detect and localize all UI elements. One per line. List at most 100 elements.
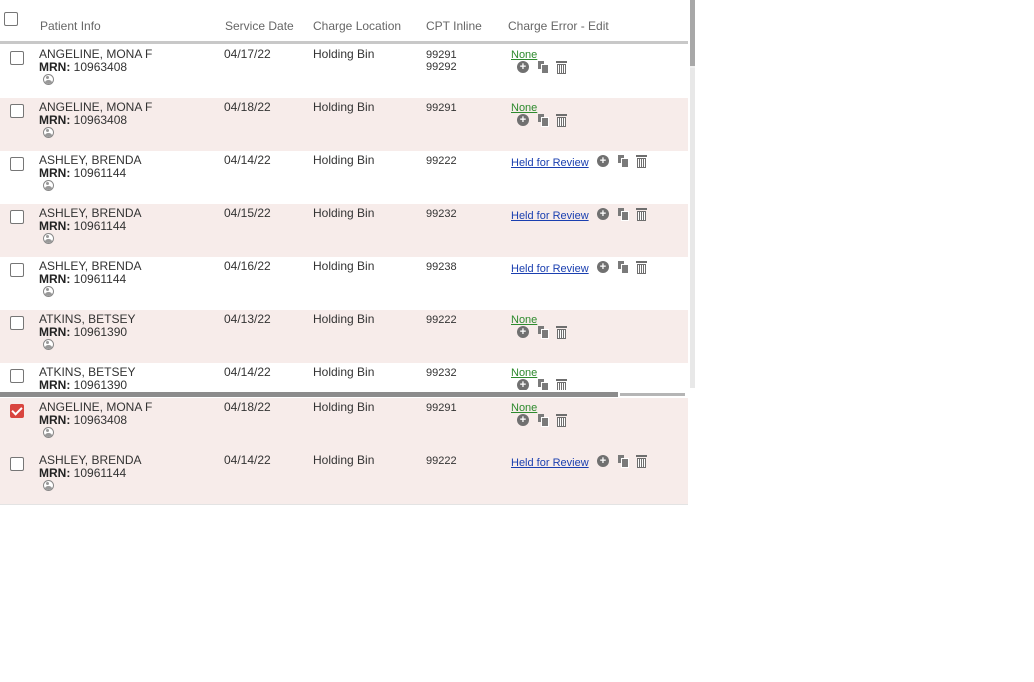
table-row[interactable]: ATKINS, BETSEY MRN: 10961390 04/13/22 Holdi… [0,310,688,364]
charge-error-link[interactable]: None [511,367,537,379]
cpt-code: 99222 [426,314,457,326]
column-header-cpt-inline[interactable]: CPT Inline [426,19,482,33]
row-select-checkbox[interactable] [10,316,24,330]
service-date: 04/14/22 [224,365,271,379]
table-row[interactable]: ASHLEY, BRENDA MRN: 10961144 04/15/22 Holdi… [0,204,688,258]
column-header-charge-error[interactable]: Charge Error - Edit [508,19,609,33]
add-circle-icon[interactable]: + [597,261,609,273]
trash-icon[interactable] [556,414,567,427]
add-circle-icon[interactable]: + [517,414,529,426]
row-select-checkbox[interactable] [10,157,24,171]
user-avatar-icon[interactable] [43,180,54,191]
service-date: 04/18/22 [224,100,271,114]
mrn-value: 10963408 [73,413,128,427]
trash-icon[interactable] [636,155,647,168]
table-row[interactable]: ASHLEY, BRENDA MRN: 10961144 04/16/22 Holdi… [0,257,688,311]
user-avatar-icon[interactable] [43,74,54,85]
table-row[interactable]: ANGELINE, MONA F MRN: 10963408 04/18/22 Hol… [0,398,688,452]
mrn-label: MRN: [39,166,71,180]
add-circle-icon[interactable]: + [517,114,529,126]
table-row[interactable]: ASHLEY, BRENDA MRN: 10961144 04/14/22 Holdi… [0,151,688,205]
grid-body[interactable]: ANGELINE, MONA F MRN: 10963408 04/17/22 Hol… [0,44,688,390]
charge-error-link[interactable]: None [511,102,537,114]
charge-error-link[interactable]: Held for Review [511,457,589,469]
patient-name: ASHLEY, BRENDA [39,259,142,273]
user-avatar-icon[interactable] [43,127,54,138]
column-header-patient-info[interactable]: Patient Info [40,19,101,33]
cpt-code: 99232 [426,367,457,379]
user-avatar-icon[interactable] [43,286,54,297]
horizontal-scrollbar-track[interactable] [620,393,685,396]
add-circle-icon[interactable]: + [597,455,609,467]
patient-mrn: MRN: 10961144 [39,466,126,480]
copy-icon[interactable] [538,379,549,390]
copy-icon[interactable] [618,208,629,221]
charge-error-link[interactable]: None [511,314,537,326]
copy-icon[interactable] [538,326,549,339]
patient-name: ASHLEY, BRENDA [39,206,142,220]
trash-icon[interactable] [636,208,647,221]
patient-name: ANGELINE, MONA F [39,47,153,61]
trash-icon[interactable] [556,379,567,390]
patient-mrn: MRN: 10963408 [39,413,127,427]
trash-icon[interactable] [636,455,647,468]
add-circle-icon[interactable]: + [517,379,529,390]
row-select-checkbox[interactable] [10,457,24,471]
trash-icon[interactable] [556,114,567,127]
vertical-scrollbar-track[interactable] [690,68,695,388]
trash-icon[interactable] [636,261,647,274]
charge-error-link[interactable]: None [511,402,537,414]
copy-icon[interactable] [538,114,549,127]
cpt-code: 99291 [426,102,457,114]
cpt-codes: 99291 [426,102,457,114]
table-row[interactable]: ASHLEY, BRENDA MRN: 10961144 04/14/22 Holdi… [0,451,688,505]
horizontal-scrollbar-thumb[interactable] [0,392,618,397]
charge-error-link[interactable]: None [511,49,537,61]
row-select-checkbox[interactable] [10,104,24,118]
copy-icon[interactable] [618,155,629,168]
trash-icon[interactable] [556,61,567,74]
user-avatar-icon[interactable] [43,339,54,350]
patient-mrn: MRN: 10961144 [39,272,126,286]
trash-icon[interactable] [556,326,567,339]
table-row[interactable]: ANGELINE, MONA F MRN: 10963408 04/18/22 Hol… [0,98,688,152]
charge-location: Holding Bin [313,153,375,167]
patient-mrn: MRN: 10963408 [39,60,127,74]
row-select-checkbox[interactable] [10,404,24,418]
charge-location: Holding Bin [313,400,375,414]
user-avatar-icon[interactable] [43,427,54,438]
row-select-checkbox[interactable] [10,369,24,383]
column-header-charge-location[interactable]: Charge Location [313,19,401,33]
charge-error-link[interactable]: Held for Review [511,157,589,169]
vertical-scrollbar-thumb[interactable] [690,0,695,66]
copy-icon[interactable] [618,455,629,468]
copy-icon[interactable] [538,61,549,74]
copy-icon[interactable] [538,414,549,427]
mrn-value: 10961144 [73,219,127,233]
cpt-codes: 99222 [426,314,457,326]
select-all-checkbox[interactable] [4,12,18,26]
user-avatar-icon[interactable] [43,233,54,244]
cpt-codes: 99238 [426,261,457,273]
row-select-checkbox[interactable] [10,51,24,65]
mrn-value: 10961144 [73,166,127,180]
user-avatar-icon[interactable] [43,480,54,491]
patient-name: ATKINS, BETSEY [39,312,136,326]
table-row[interactable]: ATKINS, BETSEY MRN: 10961390 04/14/22 Holdi… [0,363,688,390]
copy-icon[interactable] [618,261,629,274]
add-circle-icon[interactable]: + [597,155,609,167]
charge-location: Holding Bin [313,259,375,273]
column-header-service-date[interactable]: Service Date [225,19,294,33]
add-circle-icon[interactable]: + [517,326,529,338]
charge-location: Holding Bin [313,206,375,220]
row-select-checkbox[interactable] [10,210,24,224]
add-circle-icon[interactable]: + [517,61,529,73]
charge-error-link[interactable]: Held for Review [511,263,589,275]
charge-error-link[interactable]: Held for Review [511,210,589,222]
mrn-label: MRN: [39,378,71,390]
row-select-checkbox[interactable] [10,263,24,277]
cpt-codes: 99222 [426,155,457,167]
table-row[interactable]: ANGELINE, MONA F MRN: 10963408 04/17/22 Hol… [0,45,688,99]
cpt-code: 99291 [426,49,457,61]
add-circle-icon[interactable]: + [597,208,609,220]
